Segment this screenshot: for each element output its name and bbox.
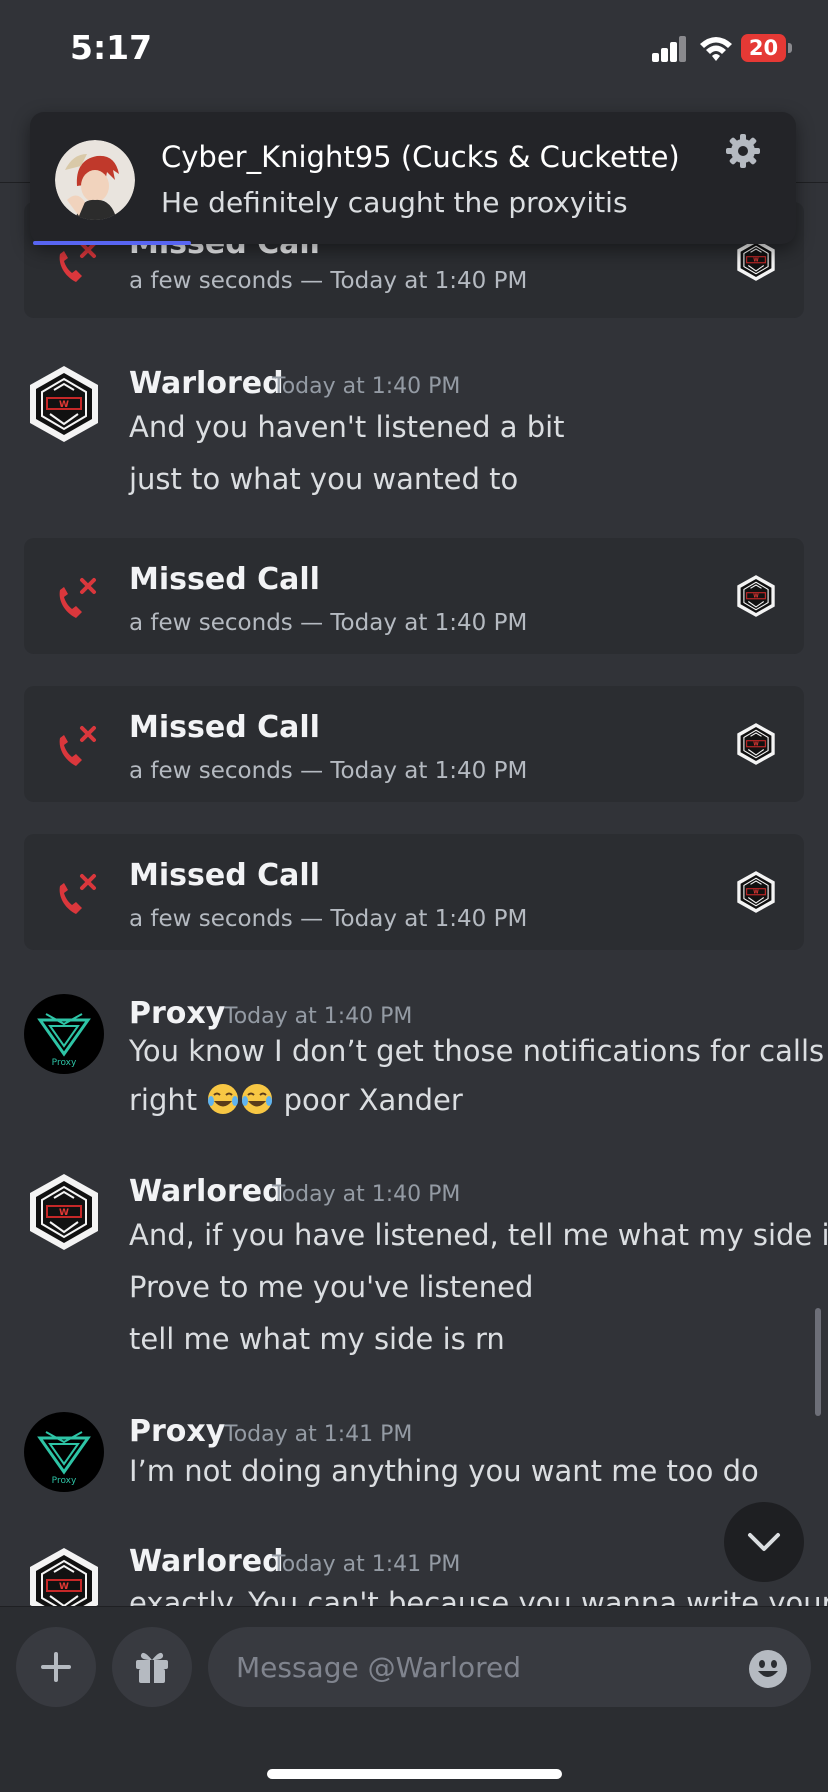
warlored-avatar[interactable] [24, 1172, 104, 1252]
chat-screen: 5:17 20 Missed Call a few seconds — Toda… [0, 0, 828, 1792]
missed-call-icon [54, 872, 100, 918]
notification-title: Cyber_Knight95 (Cucks & Cuckette) [161, 140, 680, 174]
call-title: Missed Call [129, 858, 320, 893]
message-text: Prove to me you've listened [129, 1270, 534, 1304]
message-text-fragment: poor Xander [283, 1083, 463, 1117]
cellular-signal-icon [652, 36, 688, 62]
message-author[interactable]: Proxy [129, 996, 225, 1031]
plus-icon [41, 1652, 71, 1682]
gift-icon [136, 1652, 168, 1683]
caller-avatar[interactable] [734, 870, 778, 914]
caller-avatar[interactable] [734, 238, 778, 282]
call-subtitle: a few seconds — Today at 1:40 PM [129, 268, 528, 294]
message-author[interactable]: Warlored [129, 1544, 284, 1579]
laughing-emoji-icon [206, 1082, 240, 1116]
missed-call-card: Missed Call a few seconds — Today at 1:4… [24, 834, 804, 950]
message-author[interactable]: Proxy [129, 1414, 225, 1449]
push-notification[interactable]: Cyber_Knight95 (Cucks & Cuckette) He def… [30, 112, 796, 245]
caller-avatar[interactable] [734, 722, 778, 766]
call-title: Missed Call [129, 562, 320, 597]
missed-call-icon [54, 576, 100, 622]
message-text: I’m not doing anything you want me too d… [129, 1454, 759, 1488]
proxy-avatar[interactable] [24, 1412, 104, 1492]
emoji-icon[interactable] [748, 1649, 788, 1689]
message-text: You know I don’t get those notifications… [129, 1034, 825, 1068]
add-attachment-button[interactable] [16, 1627, 96, 1707]
message-composer [0, 1606, 828, 1792]
message-timestamp: Today at 1:41 PM [224, 1422, 413, 1447]
status-bar: 5:17 20 [0, 0, 828, 100]
call-subtitle: a few seconds — Today at 1:40 PM [129, 610, 528, 636]
message-text: And you haven't listened a bit [129, 410, 565, 444]
missed-call-card: Missed Call a few seconds — Today at 1:4… [24, 686, 804, 802]
caller-avatar[interactable] [734, 574, 778, 618]
laughing-emoji-icon [240, 1082, 274, 1116]
message-text: And, if you have listened, tell me what … [129, 1218, 828, 1252]
call-subtitle: a few seconds — Today at 1:40 PM [129, 906, 528, 932]
message-group: Warlored Today at 1:41 PM exactly. You c… [0, 1544, 828, 1606]
message-text-fragment: right [129, 1083, 198, 1117]
message-timestamp: Today at 1:40 PM [224, 1004, 413, 1029]
status-time: 5:17 [70, 28, 153, 67]
notification-progress [33, 241, 191, 245]
battery-icon: 20 [741, 34, 792, 62]
scrollbar[interactable] [815, 1308, 821, 1416]
message-timestamp: Today at 1:40 PM [272, 374, 461, 399]
message-text: just to what you wanted to [129, 462, 519, 496]
wifi-icon [700, 37, 732, 61]
message-author[interactable]: Warlored [129, 1174, 284, 1209]
proxy-avatar[interactable] [24, 994, 104, 1074]
missed-call-card: Missed Call a few seconds — Today at 1:4… [24, 538, 804, 654]
message-author[interactable]: Warlored [129, 366, 284, 401]
home-indicator[interactable] [267, 1769, 562, 1779]
gear-icon[interactable] [724, 132, 762, 170]
jump-to-present-button[interactable] [724, 1502, 804, 1582]
warlored-avatar[interactable] [24, 1546, 104, 1606]
notification-body: He definitely caught the proxyitis [161, 186, 628, 219]
message-timestamp: Today at 1:40 PM [272, 1182, 461, 1207]
message-timestamp: Today at 1:41 PM [272, 1552, 461, 1577]
battery-level: 20 [741, 34, 786, 62]
call-title: Missed Call [129, 710, 320, 745]
notification-avatar [55, 140, 135, 220]
warlored-avatar[interactable] [24, 364, 104, 444]
message-text: exactly. You can't because you wanna wri… [129, 1586, 828, 1606]
missed-call-icon [54, 724, 100, 770]
missed-call-icon [54, 240, 100, 286]
message-text: right poor Xander [129, 1082, 463, 1117]
chevron-down-icon [748, 1533, 780, 1551]
message-input[interactable] [208, 1627, 811, 1707]
gift-button[interactable] [112, 1627, 192, 1707]
message-text: tell me what my side is rn [129, 1322, 505, 1356]
call-subtitle: a few seconds — Today at 1:40 PM [129, 758, 528, 784]
